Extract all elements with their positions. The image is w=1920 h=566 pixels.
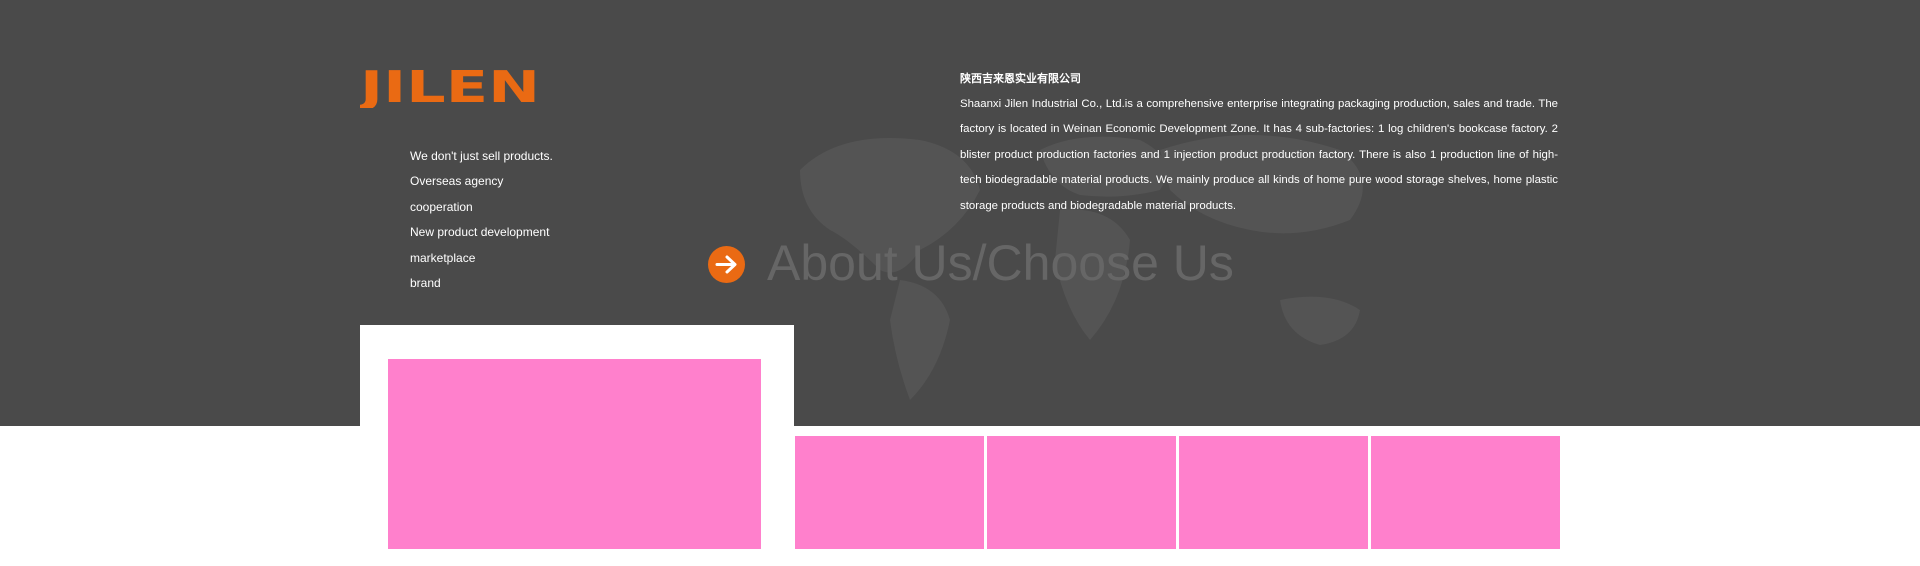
hero-section: JILEN We don't just sell products. Overs… (0, 0, 1920, 426)
thumbnail-image[interactable] (987, 436, 1176, 549)
feature-item: brand (410, 275, 441, 290)
thumbnail-image[interactable] (795, 436, 984, 549)
logo-mark: JILEN (360, 62, 540, 108)
feature-item: New product development (410, 225, 550, 240)
feature-list: We don't just sell products. Overseas ag… (410, 144, 553, 296)
jilen-logo[interactable]: JILEN (360, 62, 540, 108)
svg-text:JILEN: JILEN (360, 62, 540, 108)
feature-item: We don't just sell products. (410, 149, 553, 163)
thumbnail-image[interactable] (1179, 436, 1368, 549)
thumbnail-image[interactable] (1371, 436, 1560, 549)
feature-item: marketplace (410, 250, 476, 265)
feature-item: Overseas agency (410, 174, 504, 189)
arrow-right-icon (715, 255, 737, 274)
feature-image[interactable] (388, 359, 761, 549)
company-description: Shaanxi Jilen Industrial Co., Ltd.is a c… (960, 98, 1558, 212)
section-title: About Us/Choose Us (767, 235, 1234, 291)
company-name: 陕西吉来恩实业有限公司 (960, 73, 1081, 85)
about-arrow-button[interactable] (708, 246, 745, 283)
feature-item: cooperation (410, 199, 473, 214)
thumbnail-row (795, 436, 1560, 549)
feature-image-card (360, 325, 794, 566)
